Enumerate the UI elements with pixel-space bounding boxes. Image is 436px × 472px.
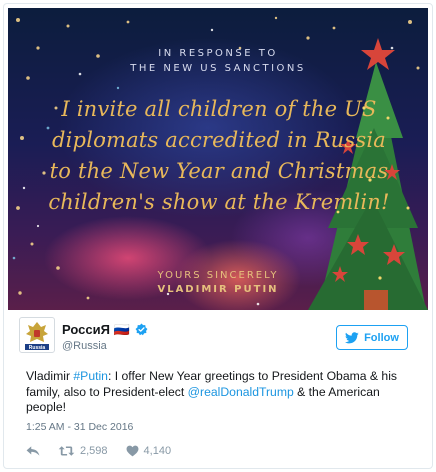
retweet-icon [58, 446, 75, 456]
tweet-actions: 2,598 4,140 [26, 444, 189, 458]
tweet-timestamp[interactable]: 1:25 AM - 31 Dec 2016 [26, 421, 133, 433]
tweet-text: Vladimir #Putin: I offer New Year greeti… [26, 369, 416, 416]
heart-icon [126, 445, 138, 457]
reply-icon [26, 446, 40, 456]
retweet-count: 2,598 [80, 445, 108, 457]
author-display-name[interactable]: РоссиЯ 🇷🇺 [62, 322, 148, 338]
follow-button-label: Follow [364, 331, 399, 344]
reply-button[interactable] [26, 445, 40, 457]
svg-text:Russia: Russia [29, 345, 46, 351]
image-message-line-4: children's show at the Kremlin! [48, 190, 390, 214]
mention-link[interactable]: @realDonaldTrump [188, 385, 294, 399]
image-message-line-1: I invite all children of the US [61, 97, 377, 121]
image-message-line-2: diplomats accredited in Russia [52, 128, 386, 152]
like-button[interactable]: 4,140 [126, 445, 172, 457]
image-caption-line-1: In response to [158, 48, 278, 59]
twitter-bird-icon [345, 331, 359, 343]
tweet-text-part-1: Vladimir [26, 369, 74, 383]
like-count: 4,140 [143, 445, 172, 457]
image-caption-line-2: the new US sanctions [130, 63, 306, 74]
hashtag-link[interactable]: #Putin [73, 369, 108, 383]
image-signature-line-1: Yours sincerely [157, 270, 279, 281]
verified-badge-icon [135, 323, 148, 336]
follow-button[interactable]: Follow [336, 325, 408, 350]
author-handle[interactable]: @Russia [62, 340, 107, 352]
tweet-card: In response to the new US sanctions I in… [3, 3, 433, 469]
author-display-name-text[interactable]: РоссиЯ 🇷🇺 [62, 322, 130, 337]
image-message-line-3: to the New Year and Christmas [49, 159, 389, 183]
russia-coat-of-arms-icon: Russia [25, 322, 49, 351]
tweet-image[interactable]: In response to the new US sanctions I in… [8, 8, 428, 310]
retweet-button[interactable]: 2,598 [58, 445, 108, 457]
image-signature-line-2: Vladimir Putin [157, 284, 279, 295]
avatar[interactable]: Russia [19, 317, 55, 353]
